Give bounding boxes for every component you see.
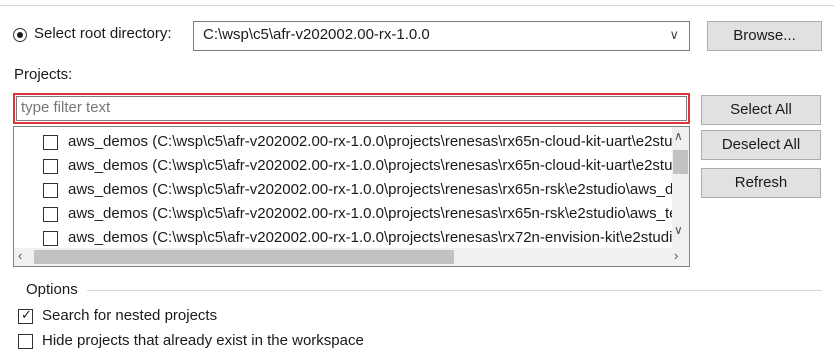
nested-projects-checkbox[interactable]: ✓ [18,307,33,324]
project-label: aws_demos (C:\wsp\c5\afr-v202002.00-rx-1… [68,181,683,198]
nested-projects-label: Search for nested projects [42,307,218,324]
horizontal-scrollbar[interactable]: ‹ › [14,248,689,266]
project-label: aws_demos (C:\wsp\c5\afr-v202002.00-rx-1… [68,229,683,246]
hide-existing-option[interactable]: Hide projects that already exist in the … [18,331,418,353]
filter-input[interactable] [21,99,661,116]
project-checkbox[interactable] [43,159,58,174]
hide-existing-checkbox[interactable] [18,334,33,349]
project-row[interactable]: aws_demos (C:\wsp\c5\afr-v202002.00-rx-1… [43,179,683,201]
chevron-down-icon[interactable]: ∨ [669,27,679,43]
select-root-radio[interactable] [13,28,27,42]
select-root-label[interactable]: Select root directory: [34,25,172,42]
project-row[interactable]: aws_demos (C:\wsp\c5\afr-v202002.00-rx-1… [43,131,683,153]
chevron-up-icon[interactable]: ∧ [674,129,683,143]
chevron-right-icon[interactable]: › [674,248,678,263]
browse-button[interactable]: Browse... [707,21,822,51]
project-label: aws_demos (C:\wsp\c5\afr-v202002.00-rx-1… [68,205,683,222]
chevron-left-icon[interactable]: ‹ [18,248,22,263]
hide-existing-label: Hide projects that already exist in the … [42,332,364,349]
project-row[interactable]: aws_demos (C:\wsp\c5\afr-v202002.00-rx-1… [43,155,683,177]
options-label: Options [26,281,78,298]
root-directory-combo[interactable]: C:\wsp\c5\afr-v202002.00-rx-1.0.0 ∨ [193,21,690,51]
project-checkbox[interactable] [43,207,58,222]
select-all-button[interactable]: Select All [701,95,821,125]
project-row[interactable]: aws_demos (C:\wsp\c5\afr-v202002.00-rx-1… [43,203,683,225]
vertical-scroll-thumb[interactable] [673,150,688,174]
top-divider [0,5,834,6]
root-directory-value: C:\wsp\c5\afr-v202002.00-rx-1.0.0 [203,26,430,43]
project-label: aws_demos (C:\wsp\c5\afr-v202002.00-rx-1… [68,157,683,174]
project-label: aws_demos (C:\wsp\c5\afr-v202002.00-rx-1… [68,133,683,150]
project-checkbox[interactable] [43,135,58,150]
project-row[interactable]: aws_demos (C:\wsp\c5\afr-v202002.00-rx-1… [43,227,683,247]
refresh-button[interactable]: Refresh [701,168,821,198]
options-divider [87,290,822,291]
project-checkbox[interactable] [43,231,58,246]
projects-list[interactable]: aws_demos (C:\wsp\c5\afr-v202002.00-rx-1… [13,126,690,267]
deselect-all-button[interactable]: Deselect All [701,130,821,160]
vertical-scrollbar[interactable]: ∧ ∨ [672,127,689,249]
project-checkbox[interactable] [43,183,58,198]
filter-field[interactable] [13,93,690,124]
chevron-down-icon[interactable]: ∨ [674,223,683,237]
checkmark-icon: ✓ [21,307,32,322]
horizontal-scroll-thumb[interactable] [34,250,454,264]
projects-label: Projects: [14,66,73,83]
nested-projects-option[interactable]: ✓ Search for nested projects [18,306,258,328]
